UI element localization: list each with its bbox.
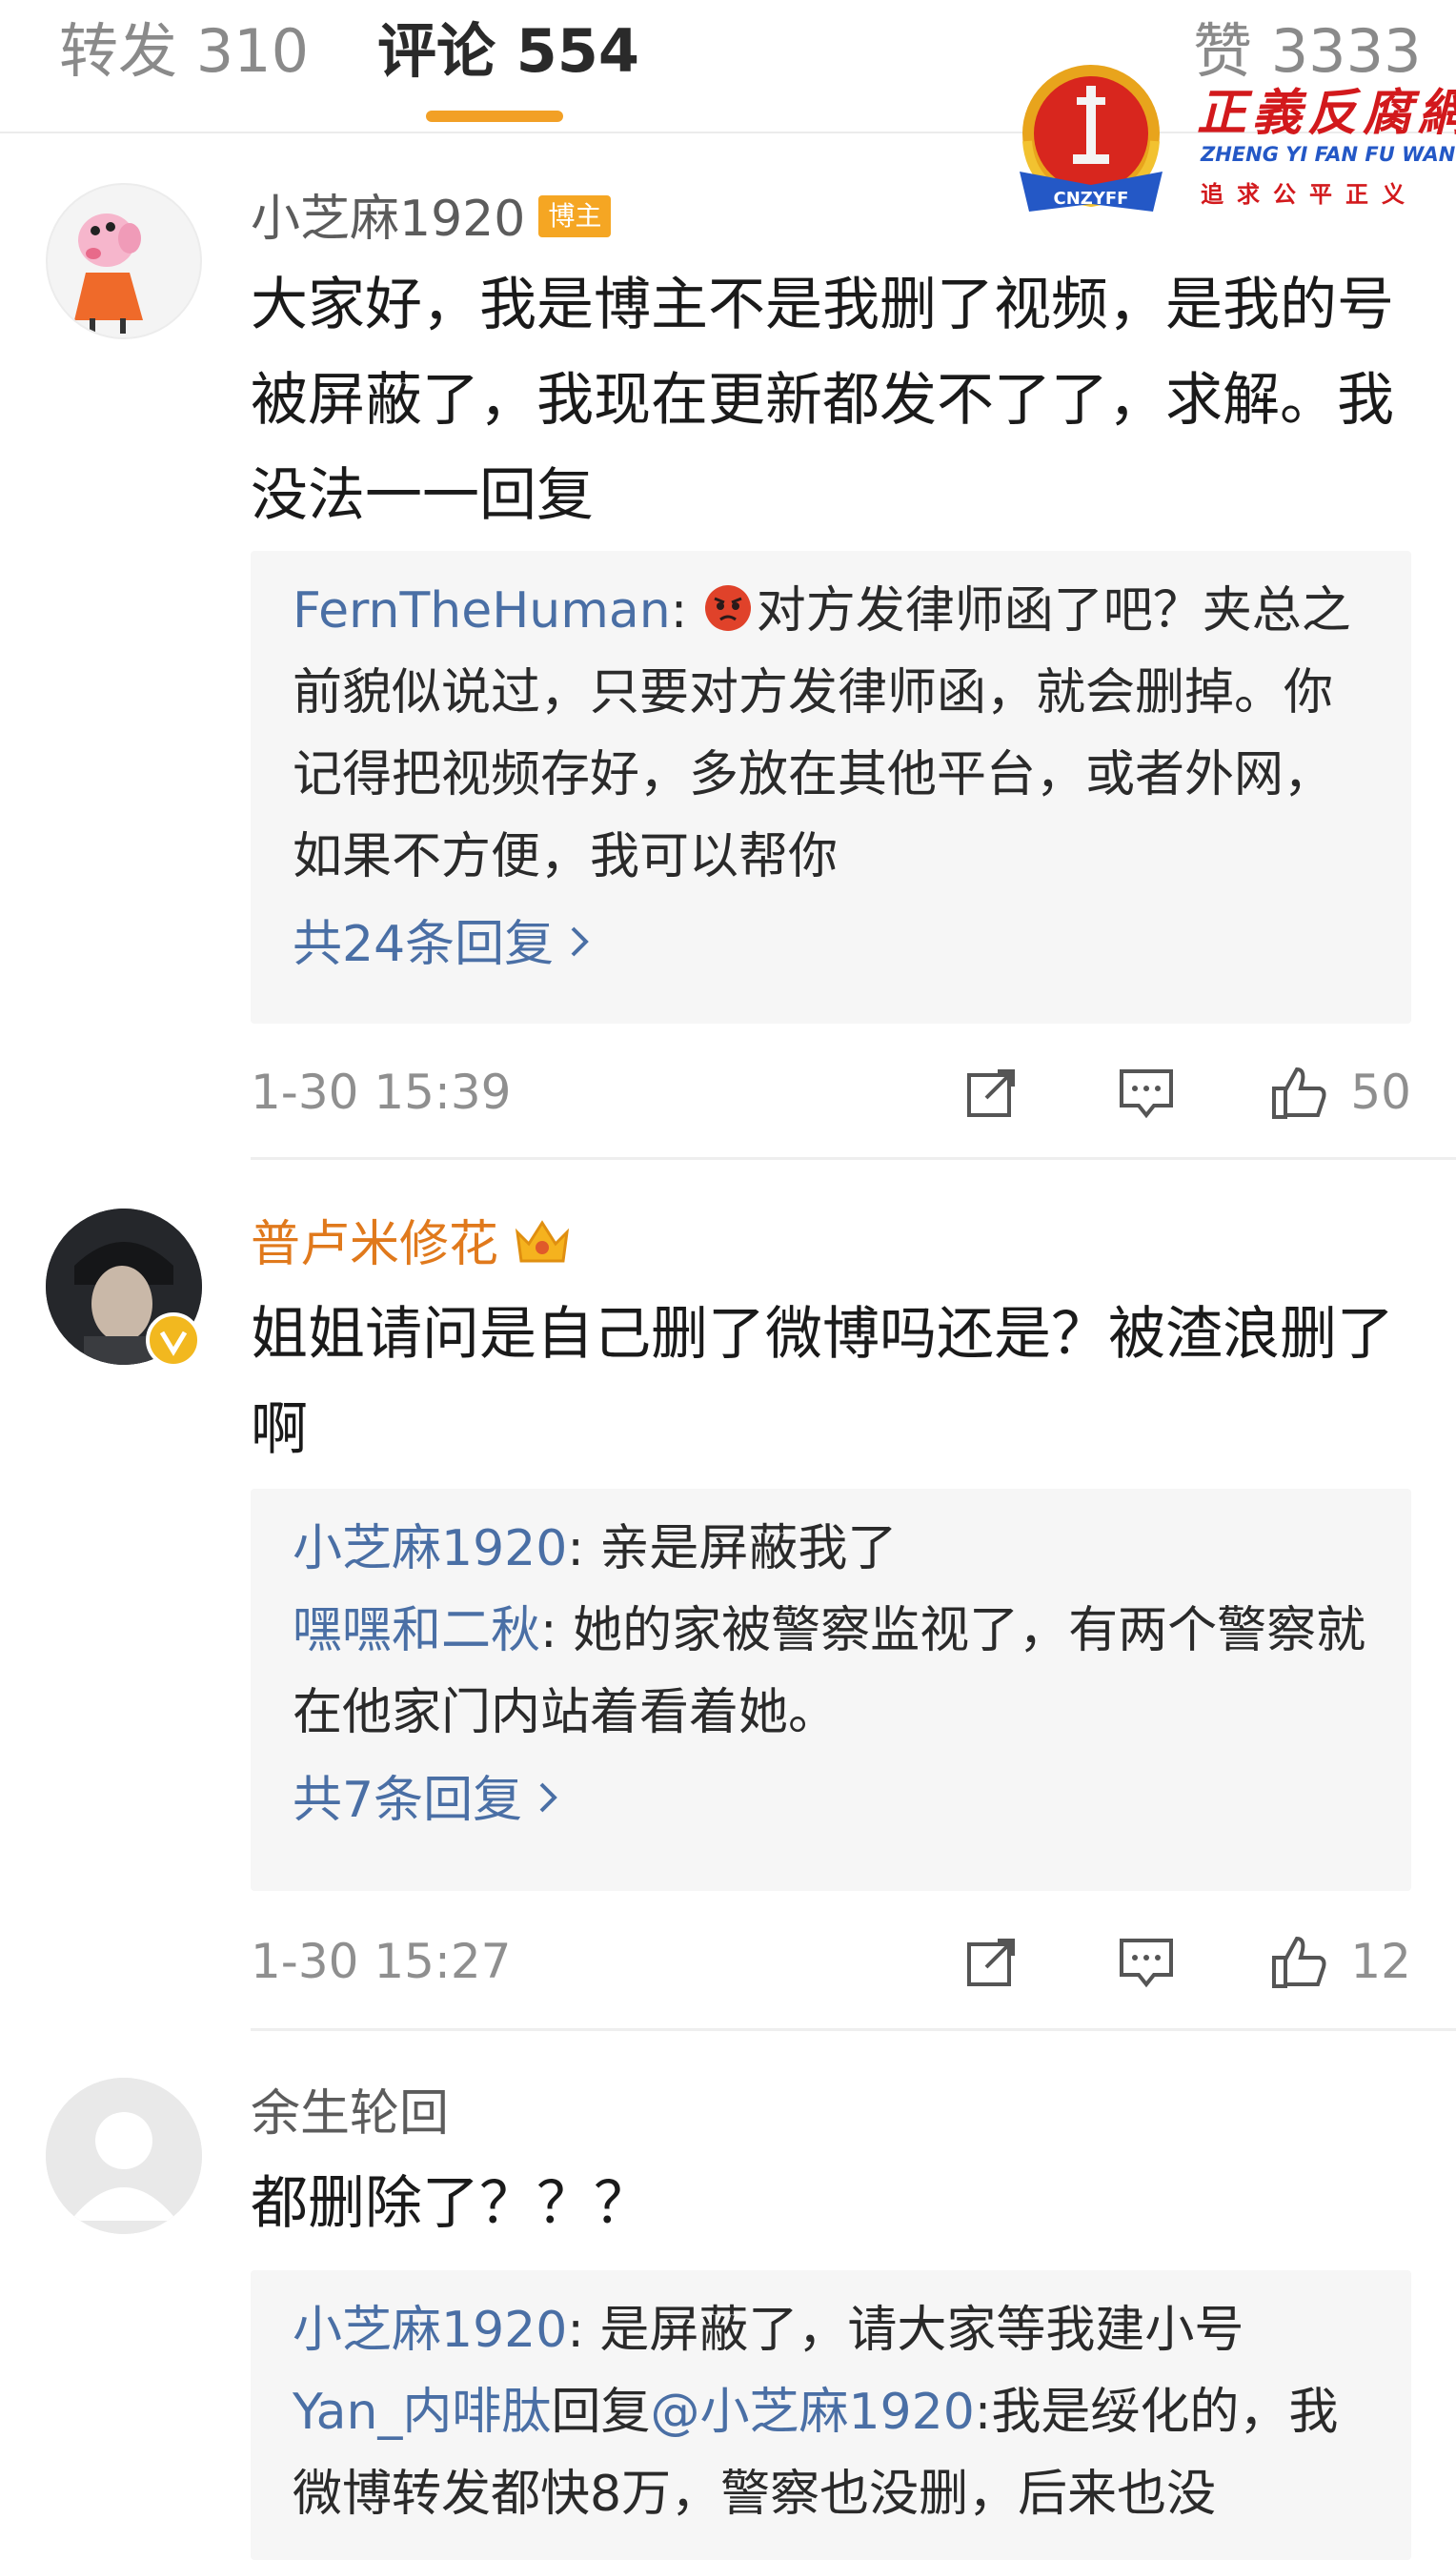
reply-author[interactable]: 小芝麻1920 bbox=[293, 1520, 567, 1577]
comment-meta: 1-30 15:27 12 bbox=[251, 1923, 1411, 2000]
more-replies-label: 共24条回复 bbox=[293, 916, 555, 973]
comment-username[interactable]: 小芝麻1920 博主 bbox=[251, 186, 612, 253]
emblem-icon: CNZYFF bbox=[1020, 65, 1163, 212]
emblem-text: CNZYFF bbox=[1054, 189, 1129, 209]
verified-badge-icon bbox=[146, 1312, 201, 1368]
divider bbox=[251, 1157, 1456, 1160]
tab-comments-label: 评论 bbox=[377, 16, 496, 86]
reply-box[interactable]: 小芝麻1920: 亲是屏蔽我了 嘿嘿和二秋: 她的家被警察监视了，有两个警察就在… bbox=[251, 1489, 1411, 1891]
author-badge: 博主 bbox=[538, 195, 612, 237]
vip-crown-icon bbox=[515, 1220, 570, 1263]
angry-face-emoji-icon bbox=[704, 585, 751, 631]
more-replies-link[interactable]: 共24条回复 bbox=[293, 902, 1369, 987]
mention-link[interactable]: @小芝麻1920 bbox=[650, 2384, 974, 2441]
username-text: 普卢米修花 bbox=[251, 1216, 499, 1273]
watermark-slogan: 追求公平正义 bbox=[1201, 181, 1418, 208]
reply-text: 亲是屏蔽我了 bbox=[599, 1520, 898, 1577]
reply-word: 回复 bbox=[551, 2384, 651, 2441]
thumbs-up-icon[interactable] bbox=[1268, 1062, 1329, 1123]
reply-separator: : bbox=[567, 2302, 600, 2359]
reply-line: 小芝麻1920: 是屏蔽了，请大家等我建小号 bbox=[293, 2289, 1369, 2371]
more-replies-link[interactable]: 共7条回复 bbox=[293, 1757, 1369, 1843]
chevron-right-icon bbox=[567, 902, 594, 987]
watermark-title: 正義反腐網 bbox=[1197, 84, 1456, 142]
comment-meta: 1-30 15:39 50 bbox=[251, 1054, 1411, 1130]
default-user-icon bbox=[46, 2078, 202, 2234]
active-tab-indicator bbox=[426, 111, 563, 122]
comment-text: 大家好，我是博主不是我删了视频，是我的号被屏蔽了，我现在更新都发不了了，求解。我… bbox=[251, 272, 1394, 529]
tab-reposts-count: 310 bbox=[195, 16, 310, 86]
reply-separator: : bbox=[670, 582, 703, 640]
reply-separator: : bbox=[974, 2384, 992, 2441]
reply-author[interactable]: 小芝麻1920 bbox=[293, 2302, 567, 2359]
comment-username[interactable]: 普卢米修花 bbox=[251, 1211, 573, 1278]
divider bbox=[251, 2028, 1456, 2031]
share-icon[interactable] bbox=[961, 1062, 1022, 1123]
reply-author[interactable]: Yan_内啡肽 bbox=[293, 2384, 551, 2441]
reply-box[interactable]: FernTheHuman: 对方发律师函了吧？夹总之前貌似说过，只要对方发律师函… bbox=[251, 551, 1411, 1024]
reply-line: 小芝麻1920: 亲是屏蔽我了 bbox=[293, 1508, 1369, 1590]
username-text: 余生轮回 bbox=[251, 2085, 450, 2143]
tab-comments[interactable]: 评论 554 bbox=[377, 13, 639, 90]
reply-line: FernTheHuman: 对方发律师函了吧？夹总之前貌似说过，只要对方发律师函… bbox=[293, 570, 1369, 898]
chevron-right-icon bbox=[536, 1757, 562, 1843]
username-text: 小芝麻1920 bbox=[251, 191, 526, 248]
comment-username[interactable]: 余生轮回 bbox=[251, 2081, 449, 2147]
reply-separator: : bbox=[567, 1520, 600, 1577]
like-count: 50 bbox=[1350, 1065, 1411, 1120]
watermark-logo: CNZYFF 正義反腐網 ZHENG YI FAN FU WANG 追求公平正义 bbox=[1010, 59, 1456, 226]
comment-icon[interactable] bbox=[1116, 1062, 1177, 1123]
tab-reposts-label: 转发 bbox=[59, 16, 178, 86]
pig-avatar-icon bbox=[74, 213, 143, 334]
reply-author[interactable]: FernTheHuman bbox=[293, 582, 671, 640]
comment-text: 都删除了？？？ bbox=[251, 2170, 651, 2237]
tab-reposts[interactable]: 转发 310 bbox=[59, 13, 309, 90]
reply-separator: : bbox=[540, 1602, 574, 1659]
reply-author[interactable]: 嘿嘿和二秋 bbox=[293, 1602, 540, 1659]
reply-box[interactable]: 小芝麻1920: 是屏蔽了，请大家等我建小号 Yan_内啡肽回复@小芝麻1920… bbox=[251, 2270, 1411, 2560]
reply-text: 是屏蔽了，请大家等我建小号 bbox=[599, 2302, 1244, 2359]
avatar[interactable] bbox=[46, 183, 202, 339]
reply-line: Yan_内啡肽回复@小芝麻1920:我是绥化的，我微博转发都快8万，警察也没删，… bbox=[293, 2371, 1369, 2535]
like-count: 12 bbox=[1350, 1934, 1411, 1989]
comment-text: 姐姐请问是自己删了微博吗还是？被渣浪删了啊 bbox=[251, 1301, 1394, 1463]
tab-comments-count: 554 bbox=[516, 16, 640, 86]
more-replies-label: 共7条回复 bbox=[293, 1772, 523, 1829]
thumbs-up-icon[interactable] bbox=[1268, 1931, 1329, 1992]
comment-time: 1-30 15:39 bbox=[251, 1065, 512, 1120]
watermark-subtitle: ZHENG YI FAN FU WANG bbox=[1201, 143, 1456, 166]
comment-time: 1-30 15:27 bbox=[251, 1934, 512, 1989]
reply-line: 嘿嘿和二秋: 她的家被警察监视了，有两个警察就在他家门内站着看着她。 bbox=[293, 1590, 1369, 1754]
comment-icon[interactable] bbox=[1116, 1931, 1177, 1992]
avatar[interactable] bbox=[46, 2078, 202, 2234]
share-icon[interactable] bbox=[961, 1931, 1022, 1992]
